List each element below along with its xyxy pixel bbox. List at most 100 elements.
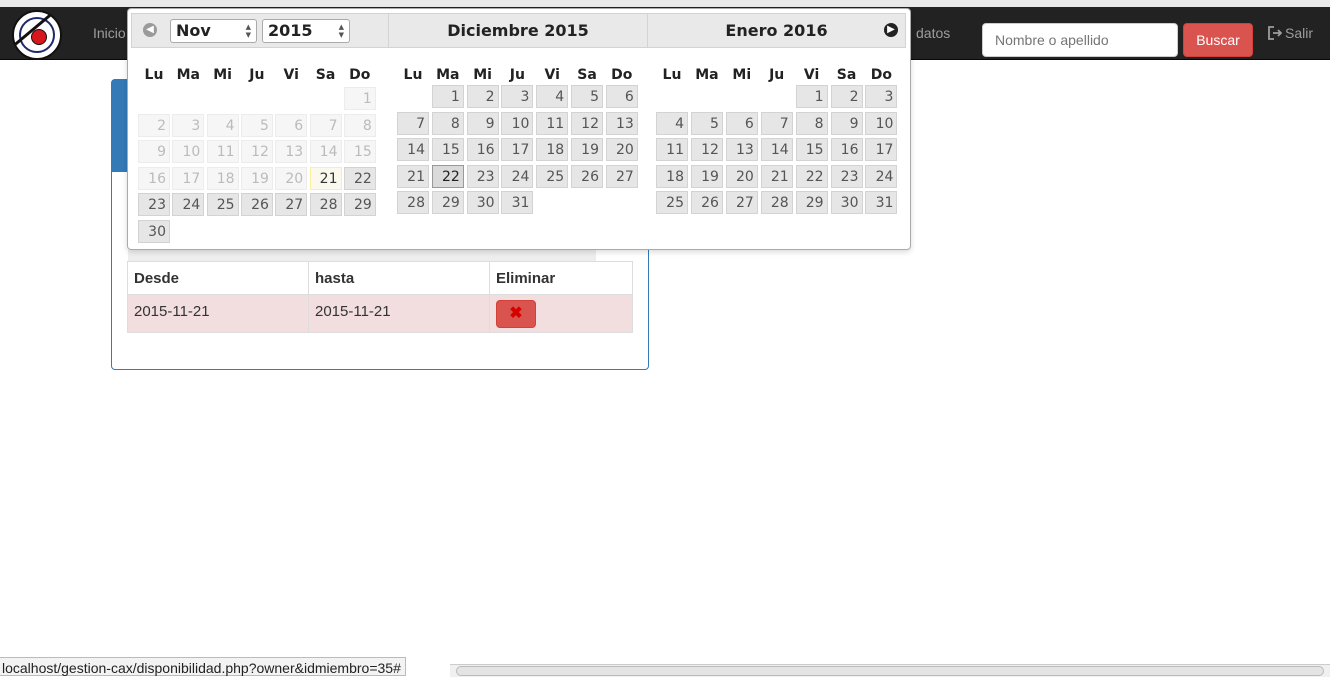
calendar-day[interactable]: 22 bbox=[795, 164, 828, 188]
calendar-day[interactable]: 30 bbox=[830, 191, 863, 215]
calendar-day[interactable]: 23 bbox=[138, 193, 170, 217]
calendar-day[interactable]: 9 bbox=[830, 111, 863, 135]
calendar-day[interactable]: 20 bbox=[725, 164, 758, 188]
cell-desde: 2015-11-21 bbox=[127, 294, 309, 333]
nav-link-datos[interactable]: datos bbox=[916, 25, 950, 41]
month-select[interactable]: Nov ▲ ▼ bbox=[170, 19, 257, 43]
calendar-day[interactable]: 30 bbox=[138, 220, 170, 243]
calendar-day[interactable]: 31 bbox=[865, 191, 898, 215]
calendar-day[interactable]: 13 bbox=[605, 111, 638, 135]
calendar-day[interactable]: 19 bbox=[690, 164, 723, 188]
calendar-day[interactable]: 4 bbox=[656, 111, 688, 135]
prev-month-icon[interactable]: ◀ bbox=[143, 23, 157, 37]
status-bar-url: localhost/gestion-cax/disponibilidad.php… bbox=[0, 657, 406, 676]
year-select[interactable]: 2015 ▲ ▼ bbox=[262, 19, 350, 43]
calendar-day[interactable]: 16 bbox=[830, 138, 863, 162]
calendar-day[interactable]: 11 bbox=[536, 111, 569, 135]
sign-out-icon bbox=[1268, 26, 1283, 40]
calendar-day[interactable]: 2 bbox=[830, 85, 863, 108]
calendar-day: 2 bbox=[138, 113, 170, 137]
calendar-day[interactable]: 12 bbox=[571, 111, 603, 135]
horizontal-scrollbar[interactable] bbox=[450, 664, 1330, 677]
calendar-day[interactable]: 15 bbox=[795, 138, 828, 162]
calendar-day[interactable]: 5 bbox=[690, 111, 723, 135]
calendar-day[interactable]: 22 bbox=[431, 164, 464, 188]
calendar-day[interactable]: 22 bbox=[343, 166, 376, 190]
year-select-value: 2015 bbox=[268, 21, 313, 40]
calendar-day[interactable]: 18 bbox=[656, 164, 688, 188]
calendar-day[interactable]: 13 bbox=[725, 138, 758, 162]
calendar-day[interactable]: 29 bbox=[431, 191, 464, 215]
calendar-day[interactable]: 20 bbox=[605, 138, 638, 162]
calendar-day[interactable]: 26 bbox=[690, 191, 723, 215]
calendar-day[interactable]: 8 bbox=[431, 111, 464, 135]
logout-link[interactable]: Salir bbox=[1268, 25, 1313, 41]
logout-label: Salir bbox=[1285, 25, 1314, 41]
calendar-day[interactable]: 29 bbox=[795, 191, 828, 215]
calendar-day[interactable]: 23 bbox=[466, 164, 499, 188]
calendar-day[interactable]: 25 bbox=[536, 164, 569, 188]
calendar-day[interactable]: 26 bbox=[240, 193, 273, 217]
delete-button[interactable]: ✖ bbox=[496, 300, 536, 328]
calendar-day[interactable]: 24 bbox=[172, 193, 205, 217]
calendar-day: 9 bbox=[138, 140, 170, 164]
calendar-day[interactable]: 27 bbox=[275, 193, 308, 217]
calendar-day: 19 bbox=[240, 166, 273, 190]
calendar-day[interactable]: 5 bbox=[571, 85, 603, 108]
calendar-day[interactable]: 17 bbox=[865, 138, 898, 162]
calendar-day[interactable]: 25 bbox=[656, 191, 688, 215]
calendar-day[interactable]: 15 bbox=[431, 138, 464, 162]
calendar-day[interactable]: 31 bbox=[501, 191, 534, 215]
calendar-day[interactable]: 27 bbox=[605, 164, 638, 188]
search-button[interactable]: Buscar bbox=[1183, 23, 1253, 57]
calendar-day[interactable]: 28 bbox=[309, 193, 342, 217]
calendar-day[interactable]: 25 bbox=[206, 193, 239, 217]
calendar-day[interactable]: 7 bbox=[760, 111, 793, 135]
calendar-day[interactable]: 26 bbox=[571, 164, 603, 188]
calendar-day: 5 bbox=[240, 113, 273, 137]
calendar-day[interactable]: 1 bbox=[795, 85, 828, 108]
calendar-day[interactable]: 30 bbox=[466, 191, 499, 215]
month-header-nov: ◀ Nov ▲ ▼ 2015 ▲ ▼ bbox=[131, 13, 389, 48]
calendar-day[interactable]: 17 bbox=[501, 138, 534, 162]
calendar-day[interactable]: 24 bbox=[501, 164, 534, 188]
scrollbar-thumb[interactable] bbox=[456, 666, 1324, 676]
calendar-day[interactable]: 21 bbox=[397, 164, 429, 188]
club-logo[interactable] bbox=[12, 10, 62, 60]
calendar-day[interactable]: 23 bbox=[830, 164, 863, 188]
calendar-day[interactable]: 21 bbox=[309, 166, 342, 190]
calendar-day[interactable]: 19 bbox=[571, 138, 603, 162]
calendar-day[interactable]: 6 bbox=[605, 85, 638, 108]
calendar-day[interactable]: 27 bbox=[725, 191, 758, 215]
calendar-day[interactable]: 29 bbox=[343, 193, 376, 217]
calendar-day[interactable]: 12 bbox=[690, 138, 723, 162]
calendar-day[interactable]: 3 bbox=[865, 85, 898, 108]
calendar-day: 15 bbox=[343, 140, 376, 164]
weekday-header: Mi bbox=[213, 67, 232, 83]
nav-link-inicio[interactable]: Inicio bbox=[93, 25, 126, 41]
calendar-day[interactable]: 4 bbox=[536, 85, 569, 108]
calendar-day[interactable]: 6 bbox=[725, 111, 758, 135]
calendar-day[interactable]: 14 bbox=[760, 138, 793, 162]
calendar-day[interactable]: 1 bbox=[431, 85, 464, 108]
calendar-day[interactable]: 2 bbox=[466, 85, 499, 108]
weekday-header: Lu bbox=[662, 67, 682, 83]
calendar-day[interactable]: 7 bbox=[397, 111, 429, 135]
calendar-day[interactable]: 21 bbox=[760, 164, 793, 188]
calendar-day[interactable]: 9 bbox=[466, 111, 499, 135]
calendar-day[interactable]: 28 bbox=[397, 191, 429, 215]
browser-top-strip bbox=[0, 0, 1330, 7]
calendar-day[interactable]: 10 bbox=[501, 111, 534, 135]
calendar-day[interactable]: 24 bbox=[865, 164, 898, 188]
month-title: Diciembre 2015 bbox=[447, 21, 589, 40]
calendar-day[interactable]: 18 bbox=[536, 138, 569, 162]
calendar-day[interactable]: 11 bbox=[656, 138, 688, 162]
calendar-day[interactable]: 3 bbox=[501, 85, 534, 108]
calendar-day[interactable]: 16 bbox=[466, 138, 499, 162]
search-input[interactable] bbox=[982, 23, 1178, 57]
calendar-day[interactable]: 14 bbox=[397, 138, 429, 162]
calendar-day[interactable]: 10 bbox=[865, 111, 898, 135]
calendar-day[interactable]: 28 bbox=[760, 191, 793, 215]
calendar-day[interactable]: 8 bbox=[795, 111, 828, 135]
next-month-icon[interactable]: ▶ bbox=[884, 23, 898, 37]
